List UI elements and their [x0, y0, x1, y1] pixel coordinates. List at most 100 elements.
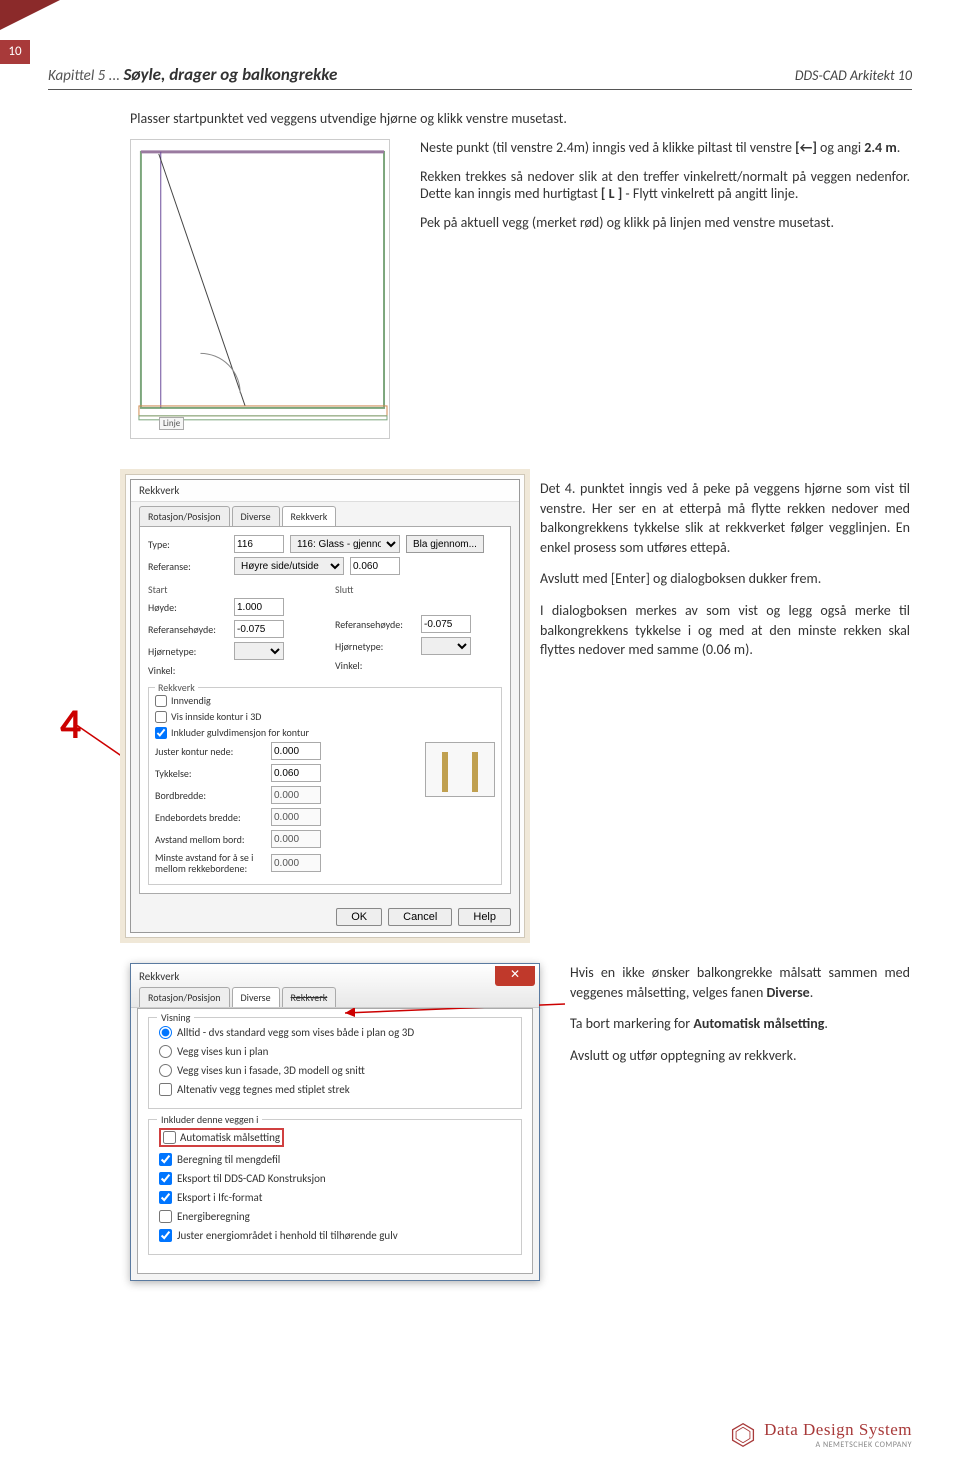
para-3: Pek på aktuell vegg (merket rød) og klik…	[420, 214, 910, 231]
highlight-auto-malsetting: Automatisk målsetting	[159, 1128, 284, 1147]
brand-name: Data Design System	[764, 1420, 912, 1439]
chk-beregning[interactable]	[159, 1153, 172, 1166]
chk-alternativ[interactable]	[159, 1083, 172, 1096]
refh-label-1: Referansehøyde:	[148, 623, 228, 636]
group-visning-title: Visning	[157, 1011, 194, 1024]
bord-label: Bordbredde:	[155, 789, 265, 802]
hjtype-select-2[interactable]	[421, 637, 471, 655]
minste-label: Minste avstand for å se i mellom rekkebo…	[155, 852, 265, 874]
help-button[interactable]: Help	[458, 908, 511, 926]
chk-eksport-dds-label: Eksport til DDS-CAD Konstruksjon	[177, 1172, 326, 1185]
chk-alternativ-label: Altenativ vegg tegnes med stiplet strek	[177, 1083, 350, 1096]
figure-1-tooltip: Linje	[159, 417, 184, 430]
tab-rotasjon[interactable]: Rotasjon/Posisjon	[139, 506, 230, 526]
cancel-button[interactable]: Cancel	[388, 908, 452, 926]
hjtype-label-1: Hjørnetype:	[148, 645, 228, 658]
avstand-label: Avstand mellom bord:	[155, 833, 265, 846]
para2-1: Det 4. punktet inngis ved å peke på vegg…	[540, 479, 910, 557]
page-header: Kapittel 5 ... Søyle, drager og balkongr…	[48, 64, 912, 90]
radio-fasade[interactable]	[159, 1064, 172, 1077]
ref-select[interactable]: Høyre side/utside	[234, 557, 344, 575]
tykkelse-input[interactable]	[271, 764, 321, 782]
chk-energi[interactable]	[159, 1210, 172, 1223]
slutt-label: Slutt	[335, 583, 502, 596]
chk-juster-label: Juster energiområdet i henhold til tilhø…	[177, 1229, 398, 1242]
avstand-input	[271, 830, 321, 848]
para3-3: Avslutt og utfør opptegning av rekkverk.	[570, 1046, 910, 1066]
refh-input-1[interactable]	[234, 620, 284, 638]
chk-innvendig-label: Innvendig	[171, 694, 211, 707]
refh-label-2: Referansehøyde:	[335, 618, 415, 631]
callout-number-4: 4	[60, 699, 81, 750]
ref-num-input[interactable]	[350, 557, 400, 575]
para3-2: Ta bort markering for Automatisk målsett…	[570, 1014, 910, 1034]
para2-3: I dialogboksen merkes av som vist og leg…	[540, 601, 910, 660]
vinkel-label-1: Vinkel:	[148, 664, 228, 677]
hjtype-select-1[interactable]	[234, 642, 284, 660]
figure-1: Linje	[130, 139, 390, 439]
intro-text: Plasser startpunktet ved veggens utvendi…	[130, 110, 910, 127]
chk-eksport-ifc-label: Eksport i Ifc-format	[177, 1191, 262, 1204]
group-inkluder-title: Inkluder denne veggen i	[157, 1113, 262, 1126]
group-rekkverk-title: Rekkverk	[155, 681, 198, 694]
type-label: Type:	[148, 538, 228, 551]
juster-label: Juster kontur nede:	[155, 745, 265, 758]
chk-innvendig[interactable]	[155, 695, 167, 707]
bord-input	[271, 786, 321, 804]
hoyde-input[interactable]	[234, 598, 284, 616]
chk-inkluder-gulv[interactable]	[155, 727, 167, 739]
radio-plan[interactable]	[159, 1045, 172, 1058]
tab2-rekkverk[interactable]: Rekkverk	[282, 987, 337, 1007]
dialog2-title: Rekkverk	[139, 970, 531, 983]
radio-alltid-label: Alltid - dvs standard vegg som vises båd…	[177, 1026, 414, 1039]
ok-button[interactable]: OK	[336, 908, 382, 926]
ende-input	[271, 808, 321, 826]
radio-plan-label: Vegg vises kun i plan	[177, 1045, 268, 1058]
browse-button[interactable]: Bla gjennom...	[406, 535, 484, 553]
tab-diverse[interactable]: Diverse	[232, 506, 280, 526]
radio-fasade-label: Vegg vises kun i fasade, 3D modell og sn…	[177, 1064, 365, 1077]
brand-sub: A NEMETSCHEK COMPANY	[764, 1440, 912, 1450]
para2-2: Avslutt med [Enter] og dialogboksen dukk…	[540, 569, 910, 589]
page-number: 10	[0, 40, 30, 64]
ende-label: Endebordets bredde:	[155, 811, 265, 824]
tykkelse-label: Tykkelse:	[155, 767, 265, 780]
start-label: Start	[148, 583, 315, 596]
para-1: Neste punkt (til venstre 2.4m) inngis ve…	[420, 139, 910, 156]
tab2-rotasjon[interactable]: Rotasjon/Posisjon	[139, 987, 230, 1007]
dds-logo-icon	[730, 1422, 756, 1448]
chapter-title: Søyle, drager og balkongrekke	[123, 64, 337, 85]
juster-input[interactable]	[271, 742, 321, 760]
chk-auto-label: Automatisk målsetting	[180, 1131, 280, 1144]
chk-eksport-dds[interactable]	[159, 1172, 172, 1185]
tab2-diverse[interactable]: Diverse	[232, 987, 280, 1007]
para3-1: Hvis en ikke ønsker balkongrekke målsatt…	[570, 963, 910, 1002]
tab-rekkverk[interactable]: Rekkverk	[282, 506, 337, 526]
para-2: Rekken trekkes så nedover slik at den tr…	[420, 168, 910, 202]
chk-auto-malsetting[interactable]	[163, 1131, 176, 1144]
chk-juster-energi[interactable]	[159, 1229, 172, 1242]
hjtype-label-2: Hjørnetype:	[335, 640, 415, 653]
type-select[interactable]: 116: Glass - gjennomsiktig	[290, 535, 400, 553]
chk-beregning-label: Beregning til mengdefil	[177, 1153, 280, 1166]
chk-vis-label: Vis innside kontur i 3D	[171, 710, 261, 723]
chk-eksport-ifc[interactable]	[159, 1191, 172, 1204]
chk-inkluder-label: Inkluder gulvdimensjon for kontur	[171, 726, 309, 739]
chk-energi-label: Energiberegning	[177, 1210, 250, 1223]
doc-title: DDS-CAD Arkitekt 10	[795, 67, 912, 84]
dialog-rekkverk: Rekkverk Rotasjon/Posisjon Diverse Rekkv…	[130, 479, 520, 933]
refh-input-2[interactable]	[421, 615, 471, 633]
minste-input	[271, 854, 321, 872]
vinkel-label-2: Vinkel:	[335, 659, 415, 672]
page-corner-decoration	[0, 0, 60, 30]
radio-alltid[interactable]	[159, 1026, 172, 1039]
dialog-title: Rekkverk	[131, 480, 519, 502]
hoyde-label: Høyde:	[148, 601, 228, 614]
dialog-diverse: Rekkverk ✕ Rotasjon/Posisjon Diverse Rek…	[130, 963, 540, 1281]
type-code-input[interactable]	[234, 535, 284, 553]
preview-image	[425, 742, 495, 797]
page-footer: Data Design System A NEMETSCHEK COMPANY	[48, 1420, 912, 1450]
chk-vis-innside[interactable]	[155, 711, 167, 723]
close-button[interactable]: ✕	[495, 966, 535, 986]
chapter-label: Kapittel 5 ...	[48, 67, 123, 85]
